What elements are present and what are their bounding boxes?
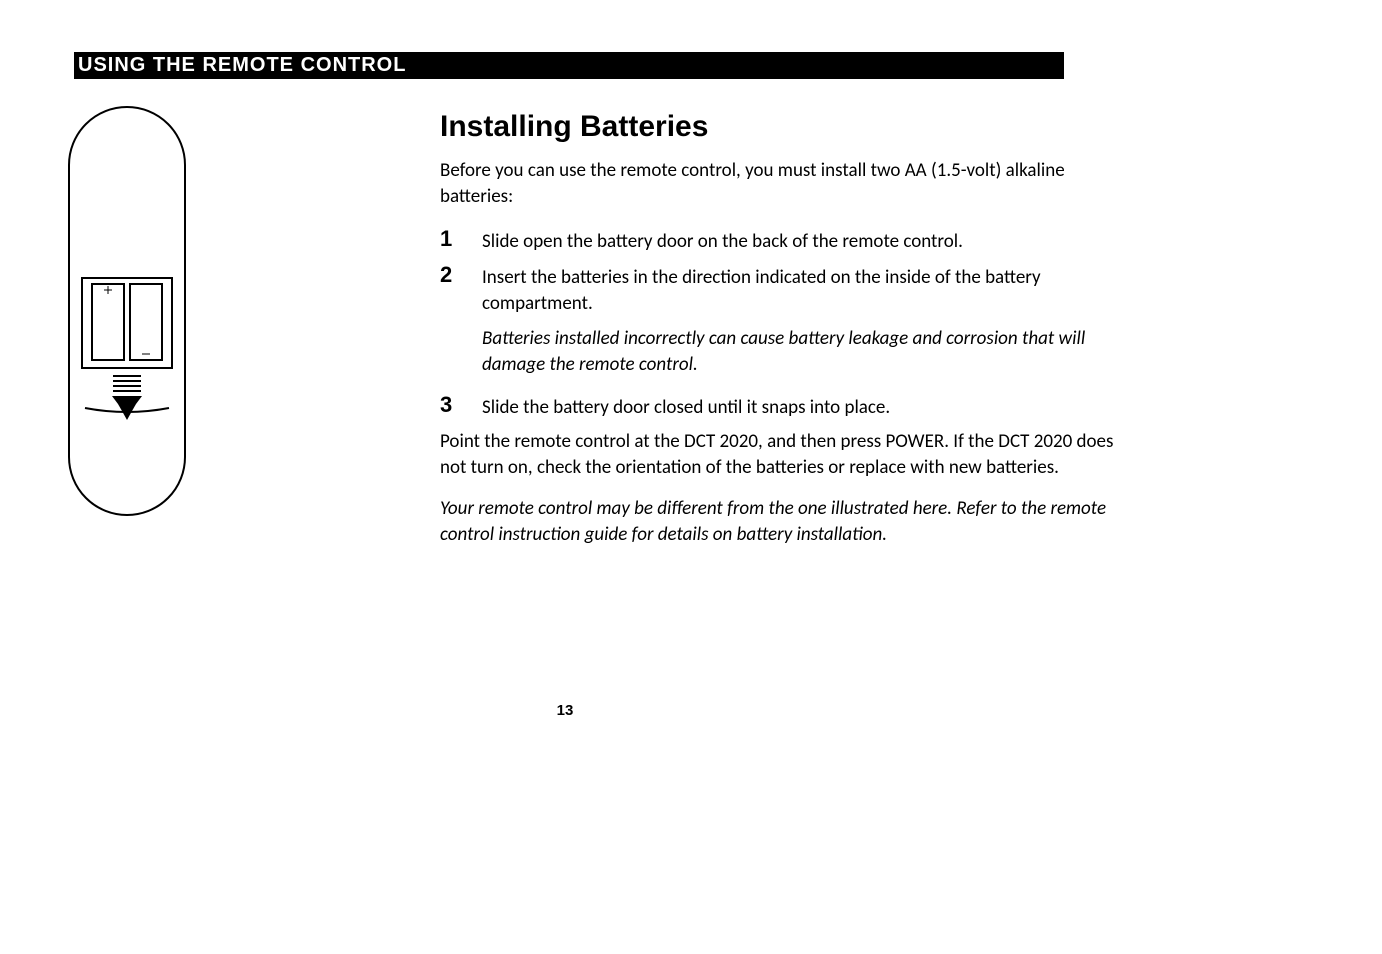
content-area: Installing Batteries Before you can use … [440,110,1140,548]
page-number: 13 [0,702,1130,719]
step-text: Slide open the battery door on the back … [482,227,963,255]
step-1: 1 Slide open the battery door on the bac… [440,227,1140,255]
power-key-label: POWER [885,430,944,453]
step-text: Insert the batteries in the direction in… [482,263,1140,316]
footnote: Your remote control may be different fro… [440,496,1140,547]
step-number: 1 [440,227,482,251]
section-header: USING THE REMOTE CONTROL [74,52,1064,79]
step-text: Slide the battery door closed until it s… [482,393,890,421]
section-title: Installing Batteries [440,110,1140,144]
closing-prefix: Point the remote control at the DCT 2020… [440,430,885,453]
remote-control-illustration [68,106,220,516]
step-2: 2 Insert the batteries in the direction … [440,263,1140,316]
step-number: 3 [440,393,482,417]
step-number: 2 [440,263,482,287]
step-3: 3 Slide the battery door closed until it… [440,393,1140,421]
intro-paragraph: Before you can use the remote control, y… [440,158,1140,209]
step-2-note: Batteries installed incorrectly can caus… [482,326,1140,377]
closing-paragraph: Point the remote control at the DCT 2020… [440,429,1140,480]
